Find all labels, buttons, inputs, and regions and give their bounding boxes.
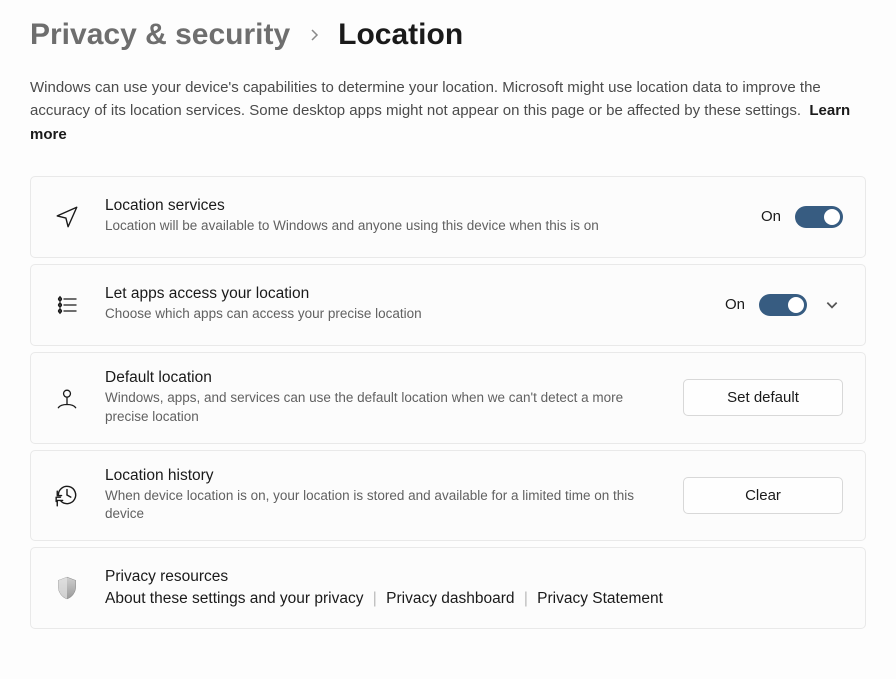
card-title: Location history [105,467,659,485]
card-title: Location services [105,197,737,215]
shield-icon [53,575,81,601]
chevron-down-icon[interactable] [821,294,843,316]
toggle-state-label: On [761,208,781,225]
breadcrumb: Privacy & security Location [30,18,866,52]
breadcrumb-parent[interactable]: Privacy & security [30,18,290,52]
about-settings-link[interactable]: About these settings and your privacy [105,590,363,607]
chevron-right-icon [308,29,320,41]
card-apps-access[interactable]: Let apps access your location Choose whi… [30,264,866,346]
apps-access-toggle[interactable] [759,294,807,316]
navigation-arrow-icon [53,204,81,230]
set-default-button[interactable]: Set default [683,379,843,416]
page-description: Windows can use your device's capabiliti… [30,76,866,146]
separator: | [524,590,528,607]
location-services-toggle[interactable] [795,206,843,228]
card-default-location: Default location Windows, apps, and serv… [30,352,866,444]
card-subtitle: Location will be available to Windows an… [105,217,665,236]
card-title: Default location [105,369,659,387]
card-location-services: Location services Location will be avail… [30,176,866,258]
toggle-state-label: On [725,296,745,313]
card-location-history: Location history When device location is… [30,450,866,542]
card-title: Let apps access your location [105,285,701,303]
history-icon [53,482,81,508]
clear-button[interactable]: Clear [683,477,843,514]
list-settings-icon [53,293,81,317]
privacy-statement-link[interactable]: Privacy Statement [537,590,663,607]
privacy-dashboard-link[interactable]: Privacy dashboard [386,590,514,607]
card-subtitle: Windows, apps, and services can use the … [105,389,659,427]
card-subtitle: When device location is on, your locatio… [105,487,659,525]
map-pin-icon [53,385,81,411]
page-description-text: Windows can use your device's capabiliti… [30,79,821,119]
breadcrumb-current: Location [338,18,463,52]
separator: | [373,590,377,607]
card-subtitle: Choose which apps can access your precis… [105,305,665,324]
card-privacy-resources: Privacy resources About these settings a… [30,547,866,629]
card-title: Privacy resources [105,568,843,586]
privacy-links: About these settings and your privacy | … [105,590,843,608]
